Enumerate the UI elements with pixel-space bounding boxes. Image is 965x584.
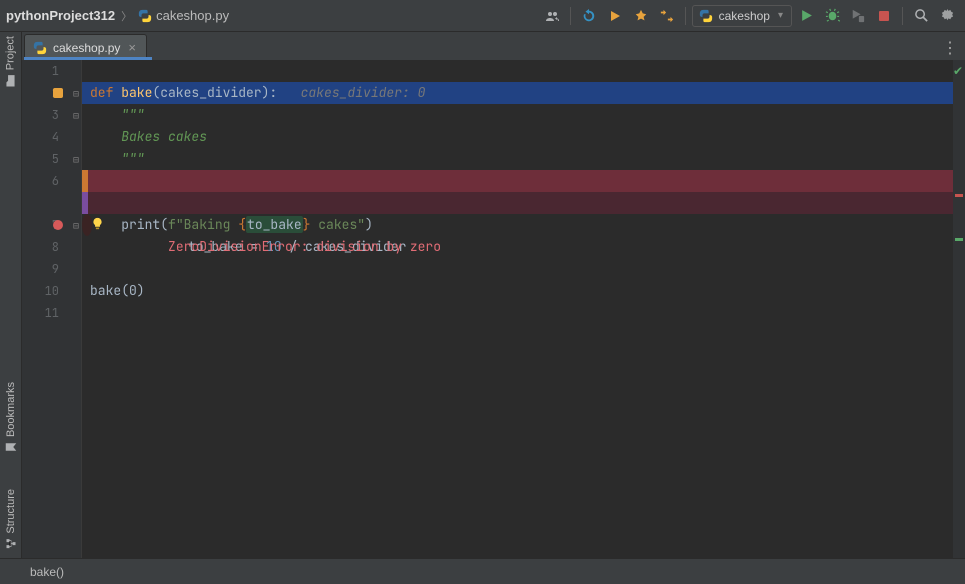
code-line-9[interactable]: [82, 258, 953, 280]
vcs-run-icon[interactable]: [603, 4, 627, 28]
breadcrumb[interactable]: pythonProject312 〉 cakeshop.py: [6, 8, 229, 24]
brace: {: [238, 216, 246, 233]
docstring: Bakes cakes: [90, 128, 207, 145]
inspections-ok-icon[interactable]: ✔: [953, 64, 963, 78]
gutter-line-10[interactable]: 10: [22, 280, 81, 302]
code-line-10[interactable]: bake(0): [82, 280, 953, 302]
python-file-icon: [33, 41, 47, 55]
tab-label: cakeshop.py: [53, 41, 120, 55]
paren: ): [365, 216, 373, 233]
chevron-right-icon: 〉: [119, 8, 134, 24]
breadcrumb-file[interactable]: cakeshop.py: [138, 8, 229, 23]
project-label: Project: [5, 36, 17, 70]
gutter[interactable]: 1 2 ⊟ 3⊟ 4 5⊟ 6 7 ⊟ 8 9 10 11: [22, 60, 82, 558]
toolbar-separator: [902, 7, 903, 25]
folder-icon: [4, 74, 17, 87]
error-stripe-bar[interactable]: ✔: [953, 60, 965, 558]
status-frame[interactable]: bake(): [30, 565, 64, 579]
run-button[interactable]: [794, 4, 818, 28]
tool-window-project[interactable]: Project: [4, 36, 17, 87]
inlay-hint: cakes_divider: 0: [277, 84, 425, 101]
bookmark-icon: [5, 441, 17, 453]
gutter-line-6[interactable]: 6: [22, 170, 81, 192]
vcs-update-icon[interactable]: [577, 4, 601, 28]
fold-icon[interactable]: ⊟: [73, 87, 79, 100]
fold-icon[interactable]: ⊟: [73, 109, 79, 122]
editor-tabs: cakeshop.py × ⋮: [0, 32, 965, 60]
bookmark-icon[interactable]: [53, 88, 63, 98]
error-stripe: [82, 170, 88, 192]
structure-label: Structure: [5, 489, 17, 534]
gutter-line-2[interactable]: 2 ⊟: [22, 82, 81, 104]
code-line-3[interactable]: """: [82, 104, 953, 126]
breadcrumb-file-label: cakeshop.py: [156, 8, 229, 23]
call: bake(0): [90, 282, 145, 299]
ok-marker[interactable]: [955, 238, 963, 241]
variable-highlight: to_bake: [246, 216, 303, 233]
toolbar-separator: [570, 7, 571, 25]
code-line-4[interactable]: Bakes cakes: [82, 126, 953, 148]
code-line-8[interactable]: [82, 236, 953, 258]
code-line-6[interactable]: to_bake = 10 / cakes_divider: [82, 170, 953, 192]
vcs-push-icon[interactable]: [655, 4, 679, 28]
run-config-selector[interactable]: cakeshop ▾: [692, 5, 792, 27]
breadcrumb-project[interactable]: pythonProject312: [6, 8, 115, 23]
bookmarks-label: Bookmarks: [5, 382, 17, 437]
tool-window-bookmarks[interactable]: Bookmarks: [5, 382, 17, 453]
python-file-icon: [699, 9, 713, 23]
navigation-bar: pythonProject312 〉 cakeshop.py cakeshop …: [0, 0, 965, 32]
error-inlay-stripe: [82, 192, 88, 214]
gutter-line-6err[interactable]: [22, 192, 81, 214]
error-marker[interactable]: [955, 194, 963, 197]
gutter-line-4[interactable]: 4: [22, 126, 81, 148]
editor[interactable]: 1 2 ⊟ 3⊟ 4 5⊟ 6 7 ⊟ 8 9 10 11 def bake(c…: [22, 60, 965, 558]
builtin: print: [90, 216, 160, 233]
code-line-5[interactable]: """: [82, 148, 953, 170]
string: cakes": [310, 216, 365, 233]
fold-end-icon[interactable]: ⊟: [73, 153, 79, 166]
tool-window-structure[interactable]: Structure: [5, 489, 17, 550]
chevron-down-icon: ▾: [778, 10, 783, 21]
tool-window-strip: Project Bookmarks Structure: [0, 32, 22, 558]
gutter-line-3[interactable]: 3⊟: [22, 104, 81, 126]
docstring: """: [90, 150, 145, 167]
run-coverage-button[interactable]: [846, 4, 870, 28]
code-line-1[interactable]: [82, 60, 953, 82]
code-line-6-error[interactable]: ZeroDivisionError: division by zero: [82, 192, 953, 214]
code-area[interactable]: def bake(cakes_divider): cakes_divider: …: [82, 60, 953, 558]
toolbar-separator: [685, 7, 686, 25]
docstring: """: [90, 106, 145, 123]
toolbar: cakeshop ▾: [540, 4, 959, 28]
gutter-line-8[interactable]: 8: [22, 236, 81, 258]
settings-button[interactable]: [935, 4, 959, 28]
vcs-commit-icon[interactable]: [629, 4, 653, 28]
stop-button[interactable]: [872, 4, 896, 28]
code-line-7[interactable]: print(f"Baking {to_bake} cakes"): [82, 214, 92, 236]
search-everywhere-button[interactable]: [909, 4, 933, 28]
python-file-icon: [138, 9, 152, 23]
code-line-11[interactable]: [82, 302, 953, 324]
close-icon[interactable]: ×: [126, 40, 138, 55]
status-bar: bake(): [0, 558, 965, 584]
string: f"Baking: [168, 216, 238, 233]
signature: (cakes_divider):: [152, 84, 277, 101]
breakpoint-icon[interactable]: [53, 220, 63, 230]
keyword: def: [90, 84, 121, 101]
function-name: bake: [121, 84, 152, 101]
gutter-line-9[interactable]: 9: [22, 258, 81, 280]
tab-overflow-icon[interactable]: ⋮: [942, 38, 959, 58]
paren: (: [160, 216, 168, 233]
gutter-line-1[interactable]: 1: [22, 60, 81, 82]
debug-button[interactable]: [820, 4, 844, 28]
gutter-line-7[interactable]: 7 ⊟: [22, 214, 81, 236]
run-config-label: cakeshop: [719, 9, 770, 23]
code-with-me-icon[interactable]: [540, 4, 564, 28]
gutter-line-11[interactable]: 11: [22, 302, 81, 324]
gutter-line-5[interactable]: 5⊟: [22, 148, 81, 170]
code-line-2[interactable]: def bake(cakes_divider): cakes_divider: …: [82, 82, 953, 104]
fold-end-icon[interactable]: ⊟: [73, 219, 79, 232]
structure-icon: [5, 538, 17, 550]
